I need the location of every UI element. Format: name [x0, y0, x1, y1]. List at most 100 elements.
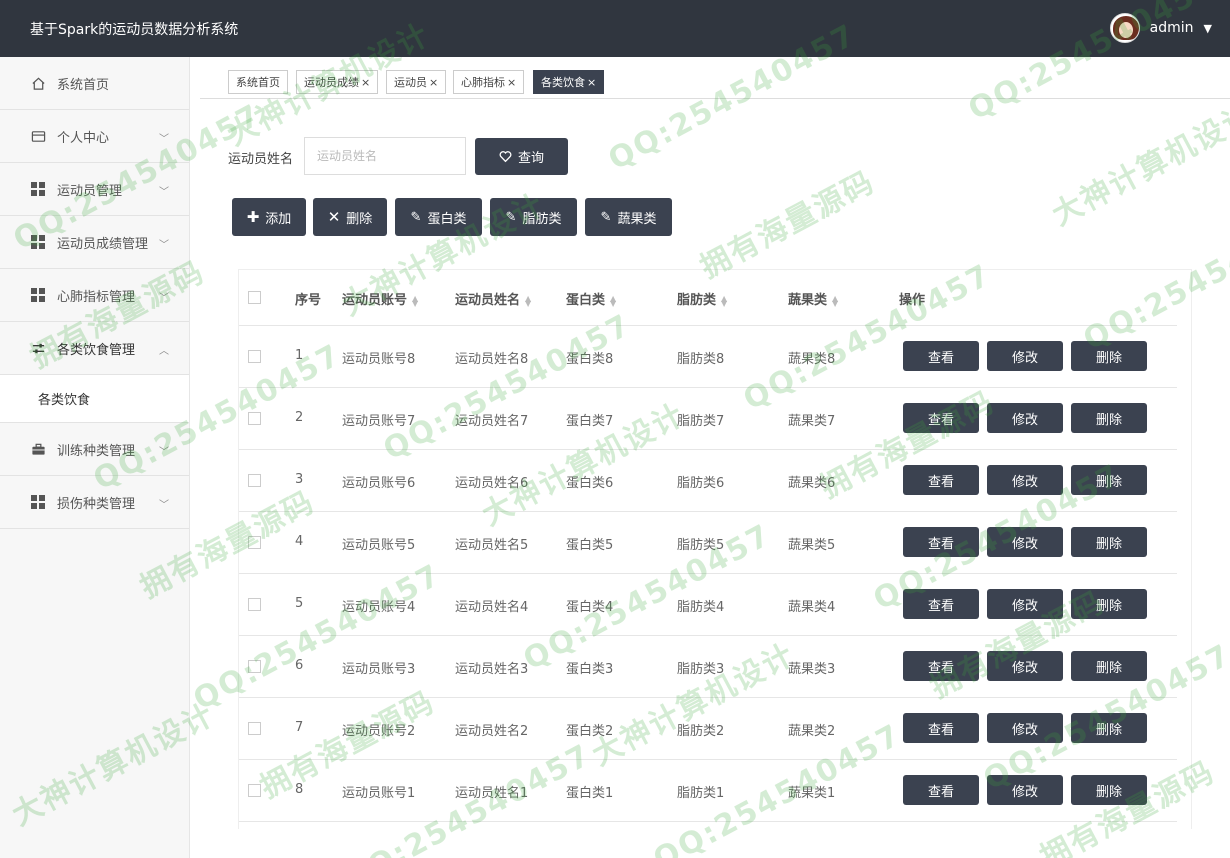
search-input[interactable] [304, 137, 466, 175]
row-checkbox[interactable] [248, 722, 261, 735]
cell-account: 运动员账号4 [342, 600, 416, 615]
cell-index: 1 [295, 348, 304, 363]
avatar[interactable] [1109, 13, 1140, 43]
edit-button[interactable]: 修改 [987, 713, 1063, 743]
delete-row-button[interactable]: 删除 [1071, 341, 1147, 371]
user-menu[interactable]: admin ▼ [1109, 13, 1212, 43]
select-all-checkbox[interactable] [248, 291, 261, 304]
sort-icon[interactable]: ▲ ▼ [832, 294, 838, 307]
table-row: 4 运动员账号5 运动员姓名5 蛋白类5 脂肪类5 蔬果类5 查看 修改 删除 [239, 512, 1177, 574]
sidebar-item-label: 心肺指标管理 [57, 289, 136, 305]
view-button[interactable]: 查看 [903, 465, 979, 495]
close-icon[interactable]: × [507, 76, 516, 89]
sidebar-item-label: 训练种类管理 [57, 443, 136, 459]
delete-row-button[interactable]: 删除 [1071, 651, 1147, 681]
edit-button[interactable]: 修改 [987, 651, 1063, 681]
tab-athletes[interactable]: 运动员 × [386, 70, 447, 94]
sidebar: 系统首页 个人中心 ﹀ 运动员管理 ﹀ 运动员成绩管理 ﹀ 心肺指标管理 ﹀ 各… [0, 57, 190, 858]
username[interactable]: admin [1150, 20, 1194, 36]
header-veg[interactable]: 蔬果类 ▲ ▼ [788, 289, 838, 308]
delete-row-button[interactable]: 删除 [1071, 589, 1147, 619]
chevron-down-icon: ﹀ [159, 240, 169, 251]
fat-button[interactable]: ✎ 脂肪类 [490, 198, 577, 236]
delete-row-button[interactable]: 删除 [1071, 527, 1147, 557]
row-checkbox[interactable] [248, 412, 261, 425]
caret-down-icon[interactable]: ▼ [1204, 22, 1212, 35]
sidebar-item-home[interactable]: 系统首页 [0, 57, 189, 110]
cell-protein: 蛋白类6 [566, 476, 614, 491]
delete-button[interactable]: ✕ 删除 [313, 198, 387, 236]
view-button[interactable]: 查看 [903, 341, 979, 371]
sort-icon[interactable]: ▲ ▼ [525, 294, 531, 307]
cell-name: 运动员姓名5 [455, 538, 529, 553]
sidebar-item-injury[interactable]: 损伤种类管理 ﹀ [0, 476, 189, 529]
sidebar-item-scores[interactable]: 运动员成绩管理 ﹀ [0, 216, 189, 269]
edit-button[interactable]: 修改 [987, 341, 1063, 371]
heart-icon [499, 151, 512, 163]
table-row: 3 运动员账号6 运动员姓名6 蛋白类6 脂肪类6 蔬果类6 查看 修改 删除 [239, 450, 1177, 512]
sidebar-subitem-diet[interactable]: 各类饮食 [0, 375, 189, 423]
close-icon[interactable]: × [429, 76, 438, 89]
delete-row-button[interactable]: 删除 [1071, 713, 1147, 743]
cell-account: 运动员账号8 [342, 352, 416, 367]
close-icon[interactable]: × [587, 76, 596, 89]
sort-icon[interactable]: ▲ ▼ [412, 294, 418, 307]
cell-veg: 蔬果类5 [788, 538, 836, 553]
delete-row-button[interactable]: 删除 [1071, 465, 1147, 495]
sidebar-item-diet[interactable]: 各类饮食管理 ︿ [0, 322, 189, 375]
edit-button[interactable]: 修改 [987, 527, 1063, 557]
tab-scores[interactable]: 运动员成绩 × [296, 70, 379, 94]
veg-button[interactable]: ✎ 蔬果类 [585, 198, 672, 236]
sort-icon[interactable]: ▲ ▼ [721, 294, 727, 307]
header-fat[interactable]: 脂肪类 ▲ ▼ [677, 289, 727, 308]
edit-button[interactable]: 修改 [987, 403, 1063, 433]
close-icon[interactable]: × [361, 76, 370, 89]
add-button[interactable]: ✚ 添加 [232, 198, 306, 236]
home-icon [30, 75, 46, 91]
row-checkbox[interactable] [248, 536, 261, 549]
sidebar-item-athletes[interactable]: 运动员管理 ﹀ [0, 163, 189, 216]
delete-row-button[interactable]: 删除 [1071, 403, 1147, 433]
edit-button[interactable]: 修改 [987, 465, 1063, 495]
edit-button[interactable]: 修改 [987, 589, 1063, 619]
view-button[interactable]: 查看 [903, 713, 979, 743]
edit-button[interactable]: 修改 [987, 775, 1063, 805]
tab-cardio[interactable]: 心肺指标 × [453, 70, 525, 94]
cell-index: 6 [295, 658, 304, 673]
watermark-text: 拥有海量源码 [694, 164, 881, 286]
header-protein[interactable]: 蛋白类 ▲ ▼ [566, 289, 616, 308]
delete-row-button[interactable]: 删除 [1071, 775, 1147, 805]
top-bar: 基于Spark的运动员数据分析系统 admin ▼ [0, 0, 1230, 57]
sidebar-item-profile[interactable]: 个人中心 ﹀ [0, 110, 189, 163]
view-button[interactable]: 查看 [903, 403, 979, 433]
row-checkbox[interactable] [248, 474, 261, 487]
cell-account: 运动员账号3 [342, 662, 416, 677]
protein-button[interactable]: ✎ 蛋白类 [395, 198, 482, 236]
row-checkbox[interactable] [248, 350, 261, 363]
tab-diet[interactable]: 各类饮食 × [533, 70, 605, 94]
view-button[interactable]: 查看 [903, 589, 979, 619]
chevron-down-icon: ﹀ [159, 134, 169, 145]
query-button[interactable]: 查询 [475, 138, 568, 175]
sidebar-item-label: 各类饮食管理 [57, 342, 136, 358]
tab-home[interactable]: 系统首页 [228, 70, 288, 94]
table-row: 1 运动员账号8 运动员姓名8 蛋白类8 脂肪类8 蔬果类8 查看 修改 删除 [239, 326, 1177, 388]
cell-fat: 脂肪类3 [677, 662, 725, 677]
sidebar-item-training[interactable]: 训练种类管理 ﹀ [0, 423, 189, 476]
cell-fat: 脂肪类7 [677, 414, 725, 429]
header-name[interactable]: 运动员姓名 ▲ ▼ [455, 289, 531, 308]
pencil-icon: ✎ [505, 209, 517, 225]
row-checkbox[interactable] [248, 660, 261, 673]
sort-icon[interactable]: ▲ ▼ [610, 294, 616, 307]
cell-veg: 蔬果类3 [788, 662, 836, 677]
sidebar-item-cardio[interactable]: 心肺指标管理 ﹀ [0, 269, 189, 322]
cell-veg: 蔬果类2 [788, 724, 836, 739]
row-checkbox[interactable] [248, 784, 261, 797]
row-checkbox[interactable] [248, 598, 261, 611]
view-button[interactable]: 查看 [903, 775, 979, 805]
cell-veg: 蔬果类4 [788, 600, 836, 615]
view-button[interactable]: 查看 [903, 651, 979, 681]
header-account[interactable]: 运动员账号 ▲ ▼ [342, 289, 418, 308]
view-button[interactable]: 查看 [903, 527, 979, 557]
chevron-down-icon: ﹀ [159, 447, 169, 458]
